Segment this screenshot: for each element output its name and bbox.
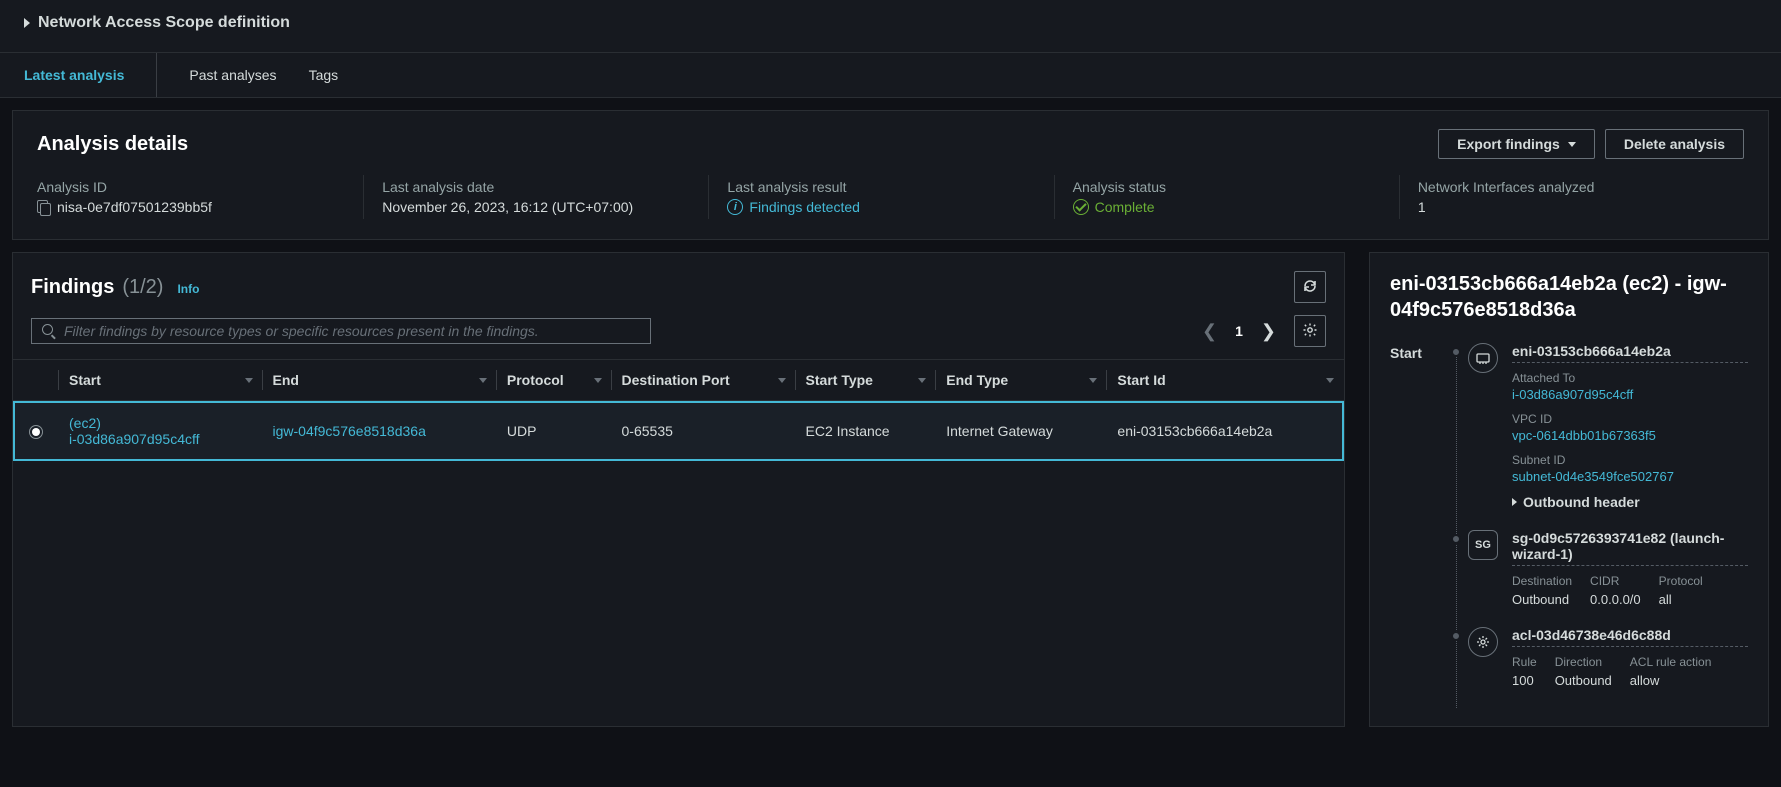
copy-icon[interactable] (37, 200, 51, 214)
sg-icon: SG (1468, 530, 1498, 560)
scope-definition-toggle[interactable]: Network Access Scope definition (0, 0, 1781, 52)
sg-cidr-value: 0.0.0.0/0 (1590, 592, 1641, 607)
tab-past-analyses[interactable]: Past analyses (189, 53, 276, 97)
row-start-id: eni-03153cb666a14eb2a (1107, 401, 1344, 462)
caret-right-icon (1512, 498, 1517, 506)
last-analysis-date-label: Last analysis date (382, 179, 690, 195)
scope-definition-label: Network Access Scope definition (38, 14, 290, 32)
row-end-link[interactable]: igw-04f9c576e8518d36a (273, 423, 426, 439)
caret-down-icon (1568, 142, 1576, 147)
findings-card: Findings (1/2) Info ❮ 1 ❯ (12, 252, 1345, 727)
row-protocol: UDP (497, 401, 612, 462)
path-step-sg: SG sg-0d9c5726393741e82 (launch-wizard-1… (1468, 530, 1748, 607)
attached-to-label: Attached To (1512, 371, 1748, 385)
path-start-label: Start (1390, 343, 1440, 708)
path-step-eni: eni-03153cb666a14eb2a Attached To i-03d8… (1468, 343, 1748, 510)
sg-cidr-label: CIDR (1590, 574, 1641, 588)
vpc-id-link[interactable]: vpc-0614dbb01b67363f5 (1512, 428, 1748, 443)
search-icon (42, 324, 56, 338)
detail-panel-title: eni-03153cb666a14eb2a (ec2) - igw-04f9c5… (1390, 271, 1748, 323)
row-start-type: EC2 Instance (796, 401, 937, 462)
info-icon: i (727, 199, 743, 215)
analysis-status-value: Complete (1095, 199, 1155, 215)
col-protocol[interactable]: Protocol (497, 360, 612, 401)
row-start-top[interactable]: (ec2) (69, 415, 253, 431)
attached-to-link[interactable]: i-03d86a907d95c4cff (1512, 387, 1748, 402)
sg-proto-label: Protocol (1659, 574, 1703, 588)
filter-findings-input[interactable] (64, 323, 640, 339)
sg-title[interactable]: sg-0d9c5726393741e82 (launch-wizard-1) (1512, 530, 1748, 566)
last-analysis-result-label: Last analysis result (727, 179, 1035, 195)
acl-dir-value: Outbound (1555, 673, 1612, 688)
acl-title[interactable]: acl-03d46738e46d6c88d (1512, 627, 1748, 647)
findings-detected-link[interactable]: Findings detected (749, 199, 860, 215)
acl-icon (1468, 627, 1498, 657)
analysis-id-value: nisa-0e7df07501239bb5f (57, 199, 212, 215)
analysis-details-card: Analysis details Export findings Delete … (12, 110, 1769, 240)
sg-dest-value: Outbound (1512, 592, 1572, 607)
tab-tags[interactable]: Tags (309, 53, 339, 97)
findings-count: (1/2) (122, 276, 163, 299)
col-end[interactable]: End (263, 360, 497, 401)
acl-action-label: ACL rule action (1630, 655, 1712, 669)
filter-findings-input-wrapper[interactable] (31, 318, 651, 344)
prev-page-button[interactable]: ❮ (1198, 321, 1221, 342)
refresh-icon (1302, 278, 1318, 297)
row-start-link[interactable]: i-03d86a907d95c4cff (69, 431, 253, 447)
col-select (13, 360, 59, 401)
acl-dir-label: Direction (1555, 655, 1612, 669)
row-radio[interactable] (29, 425, 43, 439)
export-findings-button[interactable]: Export findings (1438, 129, 1595, 159)
acl-rule-value: 100 (1512, 673, 1537, 688)
sort-caret-icon (245, 378, 253, 383)
analysis-details-title: Analysis details (37, 133, 188, 156)
row-dest-port: 0-65535 (612, 401, 796, 462)
vpc-id-label: VPC ID (1512, 412, 1748, 426)
subnet-id-label: Subnet ID (1512, 453, 1748, 467)
last-analysis-date-value: November 26, 2023, 16:12 (UTC+07:00) (382, 199, 690, 215)
gear-icon (1302, 322, 1318, 341)
acl-rule-label: Rule (1512, 655, 1537, 669)
col-start-id[interactable]: Start Id (1107, 360, 1344, 401)
sg-proto-value: all (1659, 592, 1703, 607)
sg-dest-label: Destination (1512, 574, 1572, 588)
delete-analysis-button[interactable]: Delete analysis (1605, 129, 1744, 159)
acl-action-value: allow (1630, 673, 1712, 688)
next-page-button[interactable]: ❯ (1257, 321, 1280, 342)
eni-icon (1468, 343, 1498, 373)
tab-latest-analysis[interactable]: Latest analysis (24, 53, 157, 97)
row-end-type: Internet Gateway (936, 401, 1107, 462)
col-start[interactable]: Start (59, 360, 263, 401)
findings-info-link[interactable]: Info (177, 282, 199, 296)
caret-right-icon (24, 18, 30, 28)
network-interfaces-label: Network Interfaces analyzed (1418, 179, 1726, 195)
findings-title: Findings (31, 276, 114, 299)
analysis-status-label: Analysis status (1073, 179, 1381, 195)
table-row[interactable]: (ec2) i-03d86a907d95c4cff igw-04f9c576e8… (13, 401, 1344, 462)
col-destination-port[interactable]: Destination Port (612, 360, 796, 401)
table-settings-button[interactable] (1294, 315, 1326, 347)
tabs-bar: Latest analysis Past analyses Tags (0, 52, 1781, 98)
eni-title[interactable]: eni-03153cb666a14eb2a (1512, 343, 1748, 363)
col-end-type[interactable]: End Type (936, 360, 1107, 401)
subnet-id-link[interactable]: subnet-0d4e3549fce502767 (1512, 469, 1748, 484)
col-start-type[interactable]: Start Type (796, 360, 937, 401)
network-interfaces-value: 1 (1418, 199, 1726, 215)
analysis-id-label: Analysis ID (37, 179, 345, 195)
outbound-header-toggle[interactable]: Outbound header (1512, 494, 1748, 510)
check-icon (1073, 199, 1089, 215)
finding-detail-panel: eni-03153cb666a14eb2a (ec2) - igw-04f9c5… (1369, 252, 1769, 727)
page-number: 1 (1235, 323, 1243, 339)
path-step-acl: acl-03d46738e46d6c88d Rule 100 Direction… (1468, 627, 1748, 688)
refresh-button[interactable] (1294, 271, 1326, 303)
